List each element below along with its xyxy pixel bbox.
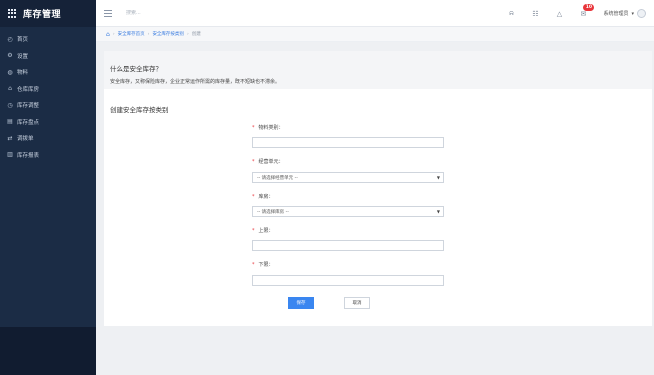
dashboard-icon: ◴ — [7, 35, 13, 43]
material-icon: ◍ — [7, 68, 13, 76]
required-mark: * — [252, 194, 255, 200]
required-mark: * — [252, 125, 255, 131]
sidebar-item-label: 首页 — [17, 37, 29, 44]
lower-limit-label: * 下限： — [252, 262, 274, 268]
sidebar-item-report[interactable]: ▥ 库存报表 — [0, 147, 96, 164]
breadcrumb-item-safety-stock-home[interactable]: 安全库存首页 — [118, 31, 145, 37]
breadcrumb-separator: › — [112, 31, 115, 37]
warehouse-icon: ⌂ — [8, 85, 12, 93]
user-menu[interactable]: 系统管理员 ▾ — [595, 9, 654, 18]
warehouse-value: -- 请选择库房 -- — [257, 209, 289, 215]
required-mark: * — [252, 262, 255, 268]
required-mark: * — [252, 228, 255, 234]
breadcrumb-item-create: 创建 — [191, 32, 201, 37]
breadcrumb-separator: › — [147, 31, 150, 37]
apps-grid-icon — [8, 9, 17, 18]
sidebar-item-label: 设置 — [17, 53, 29, 60]
lower-limit-input[interactable] — [252, 275, 444, 286]
sidebar-item-inventory-check[interactable]: ▤ 库存盘点 — [0, 114, 96, 131]
business-unit-select[interactable]: -- 请选择经营单元 -- ▼ — [252, 172, 444, 183]
top-bar: ⍾ ☷ △ ✉ 10 系统管理员 ▾ — [96, 0, 654, 27]
sidebar-item-adjust[interactable]: ◷ 库存调整 — [0, 97, 96, 114]
sidebar-item-label: 物料 — [17, 70, 29, 77]
save-button[interactable]: 保存 — [288, 297, 314, 309]
info-description: 安全库存，又称保险库存，企业正常运作所需的库存量，既不短缺也不滞余。 — [110, 79, 281, 85]
menu-toggle-icon[interactable] — [104, 9, 112, 17]
chevron-down-icon: ▼ — [436, 209, 440, 214]
sidebar-item-transfer[interactable]: ⇄ 调拨单 — [0, 130, 96, 147]
warehouse-select[interactable]: -- 请选择库房 -- ▼ — [252, 206, 444, 217]
alert-icon[interactable]: △ — [547, 0, 571, 27]
chevron-down-icon: ▼ — [436, 175, 440, 180]
avatar[interactable] — [637, 9, 646, 18]
home-icon[interactable]: ⌂ — [106, 31, 110, 38]
upper-limit-label: * 上限： — [252, 228, 274, 234]
form-title: 创建安全库存按类别 — [110, 106, 169, 114]
sidebar-menu: ◴ 首页 ⚙ 设置 ◍ 物料 ⌂ 仓库库房 ◷ 库存调整 ▤ 库存盘点 ⇄ 调拨… — [0, 27, 96, 163]
inventory-check-icon: ▤ — [7, 118, 13, 126]
bell-icon[interactable]: ⍾ — [499, 0, 523, 27]
breadcrumb-item-by-category[interactable]: 安全库存按类别 — [152, 31, 184, 37]
search-input[interactable] — [126, 10, 226, 16]
cancel-button[interactable]: 取消 — [344, 297, 370, 309]
sidebar-item-label: 仓库库房 — [17, 86, 40, 93]
app-title: 库存管理 — [23, 10, 62, 20]
breadcrumb: ⌂ › 安全库存首页 › 安全库存按类别 › 创建 — [96, 27, 654, 42]
notification-icon[interactable]: ✉ 10 — [571, 0, 595, 27]
info-box: 什么是安全库存？ 安全库存，又称保险库存，企业正常运作所需的库存量，既不短缺也不… — [104, 51, 652, 89]
material-category-input[interactable] — [252, 137, 444, 148]
sidebar-item-settings[interactable]: ⚙ 设置 — [0, 48, 96, 65]
required-mark: * — [252, 159, 255, 165]
sidebar: 库存管理 ◴ 首页 ⚙ 设置 ◍ 物料 ⌂ 仓库库房 ◷ 库存调整 ▤ 库存盘点… — [0, 0, 96, 375]
sidebar-footer — [0, 327, 96, 375]
material-category-label: * 物料类别： — [252, 125, 284, 131]
sidebar-item-warehouse[interactable]: ⌂ 仓库库房 — [0, 81, 96, 98]
sidebar-item-label: 库存报表 — [17, 152, 40, 159]
adjust-icon: ◷ — [7, 101, 13, 109]
transfer-icon: ⇄ — [7, 134, 13, 142]
sidebar-item-label: 库存盘点 — [17, 119, 40, 126]
sidebar-item-label: 调拨单 — [17, 136, 34, 143]
breadcrumb-separator: › — [186, 31, 189, 37]
sidebar-item-label: 库存调整 — [17, 103, 40, 110]
apps-icon[interactable]: ☷ — [523, 0, 547, 27]
report-icon: ▥ — [7, 151, 13, 159]
user-name: 系统管理员 — [603, 11, 629, 17]
sidebar-item-material[interactable]: ◍ 物料 — [0, 64, 96, 81]
info-title: 什么是安全库存？ — [110, 65, 162, 73]
sidebar-item-home[interactable]: ◴ 首页 — [0, 31, 96, 48]
business-unit-label: * 经营单元： — [252, 159, 284, 165]
settings-icon: ⚙ — [7, 52, 13, 60]
brand[interactable]: 库存管理 — [0, 0, 96, 27]
notification-badge: 10 — [583, 4, 595, 11]
warehouse-label: * 库房： — [252, 194, 274, 200]
top-icons: ⍾ ☷ △ ✉ 10 系统管理员 ▾ — [499, 0, 654, 27]
upper-limit-input[interactable] — [252, 240, 444, 251]
chevron-down-icon: ▾ — [631, 10, 634, 17]
business-unit-value: -- 请选择经营单元 -- — [257, 175, 298, 181]
